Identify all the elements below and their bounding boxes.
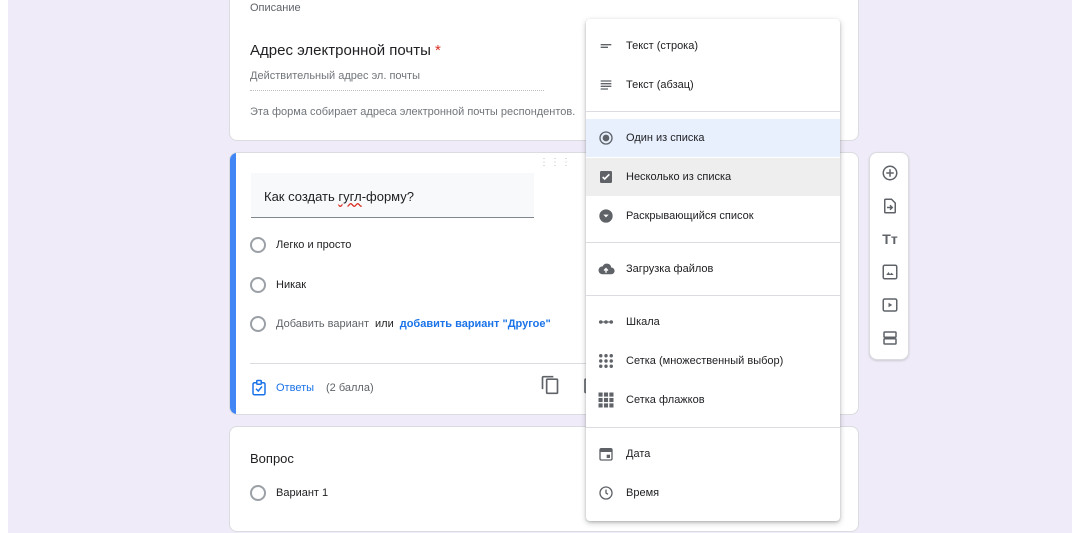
menu-item-file-upload[interactable]: Загрузка файлов — [586, 250, 840, 288]
menu-item-label: Один из списка — [626, 132, 705, 144]
answers-label: Ответы — [276, 382, 315, 394]
add-section-icon[interactable] — [880, 328, 900, 348]
paragraph-icon — [596, 75, 616, 95]
radio-icon — [250, 485, 266, 501]
short-text-icon — [596, 36, 616, 56]
menu-item-label: Сетка флажков — [626, 394, 705, 406]
checkbox-grid-icon — [596, 390, 616, 410]
menu-item-checkboxes[interactable]: Несколько из списка — [586, 158, 840, 196]
option-1-label: Легко и просто — [276, 239, 352, 251]
menu-item-label: Раскрывающийся список — [626, 210, 754, 222]
option-2[interactable]: Никак — [250, 277, 306, 293]
checkbox-icon — [596, 167, 616, 187]
menu-item-label: Несколько из списка — [626, 171, 732, 183]
add-option-row: Добавить вариант или добавить вариант "Д… — [250, 316, 551, 332]
option-1[interactable]: Легко и просто — [250, 237, 351, 253]
menu-item-checkbox-grid[interactable]: Сетка флажков — [586, 381, 840, 419]
menu-item-date[interactable]: Дата — [586, 435, 840, 473]
radio-icon — [250, 277, 266, 293]
add-other-button[interactable]: добавить вариант "Другое" — [400, 318, 551, 330]
import-questions-icon[interactable] — [880, 196, 900, 216]
add-image-icon[interactable] — [880, 262, 900, 282]
answer-key-icon — [252, 379, 266, 396]
calendar-icon — [596, 444, 616, 464]
form-description-cut: Описание — [250, 2, 301, 14]
drag-handle-icon[interactable]: ⋮⋮⋮ — [539, 157, 572, 168]
radio-icon — [250, 316, 266, 332]
question-type-menu: Текст (строка) Текст (абзац) Один из спи… — [586, 19, 840, 521]
clock-icon — [596, 483, 616, 503]
menu-divider — [586, 427, 840, 428]
radio-icon — [250, 237, 266, 253]
add-question-icon[interactable] — [880, 163, 900, 183]
add-video-icon[interactable] — [880, 295, 900, 315]
question-title-part2: -форму? — [361, 189, 414, 204]
active-indicator — [230, 153, 236, 414]
option-1-label: Вариант 1 — [276, 487, 329, 499]
radio-grid-icon — [596, 351, 616, 371]
menu-divider — [586, 111, 840, 112]
duplicate-icon[interactable] — [540, 375, 560, 400]
menu-item-label: Время — [626, 487, 660, 499]
option-1[interactable]: Вариант 1 — [250, 485, 328, 501]
menu-item-label: Текст (строка) — [626, 40, 699, 52]
menu-divider — [586, 242, 840, 243]
menu-item-multiple-choice[interactable]: Один из списка — [586, 119, 840, 157]
question-title: Вопрос — [250, 451, 294, 466]
email-note: Эта форма собирает адреса электронной по… — [250, 106, 576, 118]
dropdown-icon — [596, 206, 616, 226]
add-option-button[interactable]: Добавить вариант — [276, 318, 369, 330]
or-label: или — [375, 318, 394, 330]
email-placeholder: Действительный адрес эл. почты — [250, 70, 544, 91]
menu-item-label: Сетка (множественный выбор) — [626, 355, 784, 367]
menu-item-paragraph[interactable]: Текст (абзац) — [586, 66, 840, 104]
question-title-part1: Как создать — [264, 189, 339, 204]
menu-item-linear-scale[interactable]: Шкала — [586, 303, 840, 341]
points-label: (2 балла) — [326, 382, 374, 394]
menu-item-time[interactable]: Время — [586, 474, 840, 512]
menu-item-dropdown[interactable]: Раскрывающийся список — [586, 197, 840, 235]
email-title: Адрес электронной почты * — [250, 42, 441, 59]
question-title: Как создать гугл-форму? — [264, 189, 414, 204]
menu-item-short-text[interactable]: Текст (строка) — [586, 27, 840, 65]
linear-scale-icon — [596, 312, 616, 332]
menu-item-label: Загрузка файлов — [626, 263, 714, 275]
menu-item-label: Дата — [626, 448, 651, 460]
menu-item-label: Текст (абзац) — [626, 79, 694, 91]
add-title-icon[interactable]: Tт — [880, 229, 900, 249]
menu-item-multiple-choice-grid[interactable]: Сетка (множественный выбор) — [586, 342, 840, 380]
cloud-upload-icon — [596, 259, 616, 279]
answers-button[interactable]: Ответы (2 балла) — [250, 379, 374, 397]
question-title-misspelled: гугл — [338, 189, 362, 204]
question-title-input[interactable]: Как создать гугл-форму? — [251, 173, 534, 218]
radio-icon — [596, 128, 616, 148]
side-toolbar: Tт — [869, 152, 909, 360]
email-title-text: Адрес электронной почты — [250, 42, 431, 59]
option-2-label: Никак — [276, 279, 307, 291]
menu-item-label: Шкала — [626, 316, 660, 328]
menu-divider — [586, 295, 840, 296]
required-mark: * — [435, 42, 441, 59]
